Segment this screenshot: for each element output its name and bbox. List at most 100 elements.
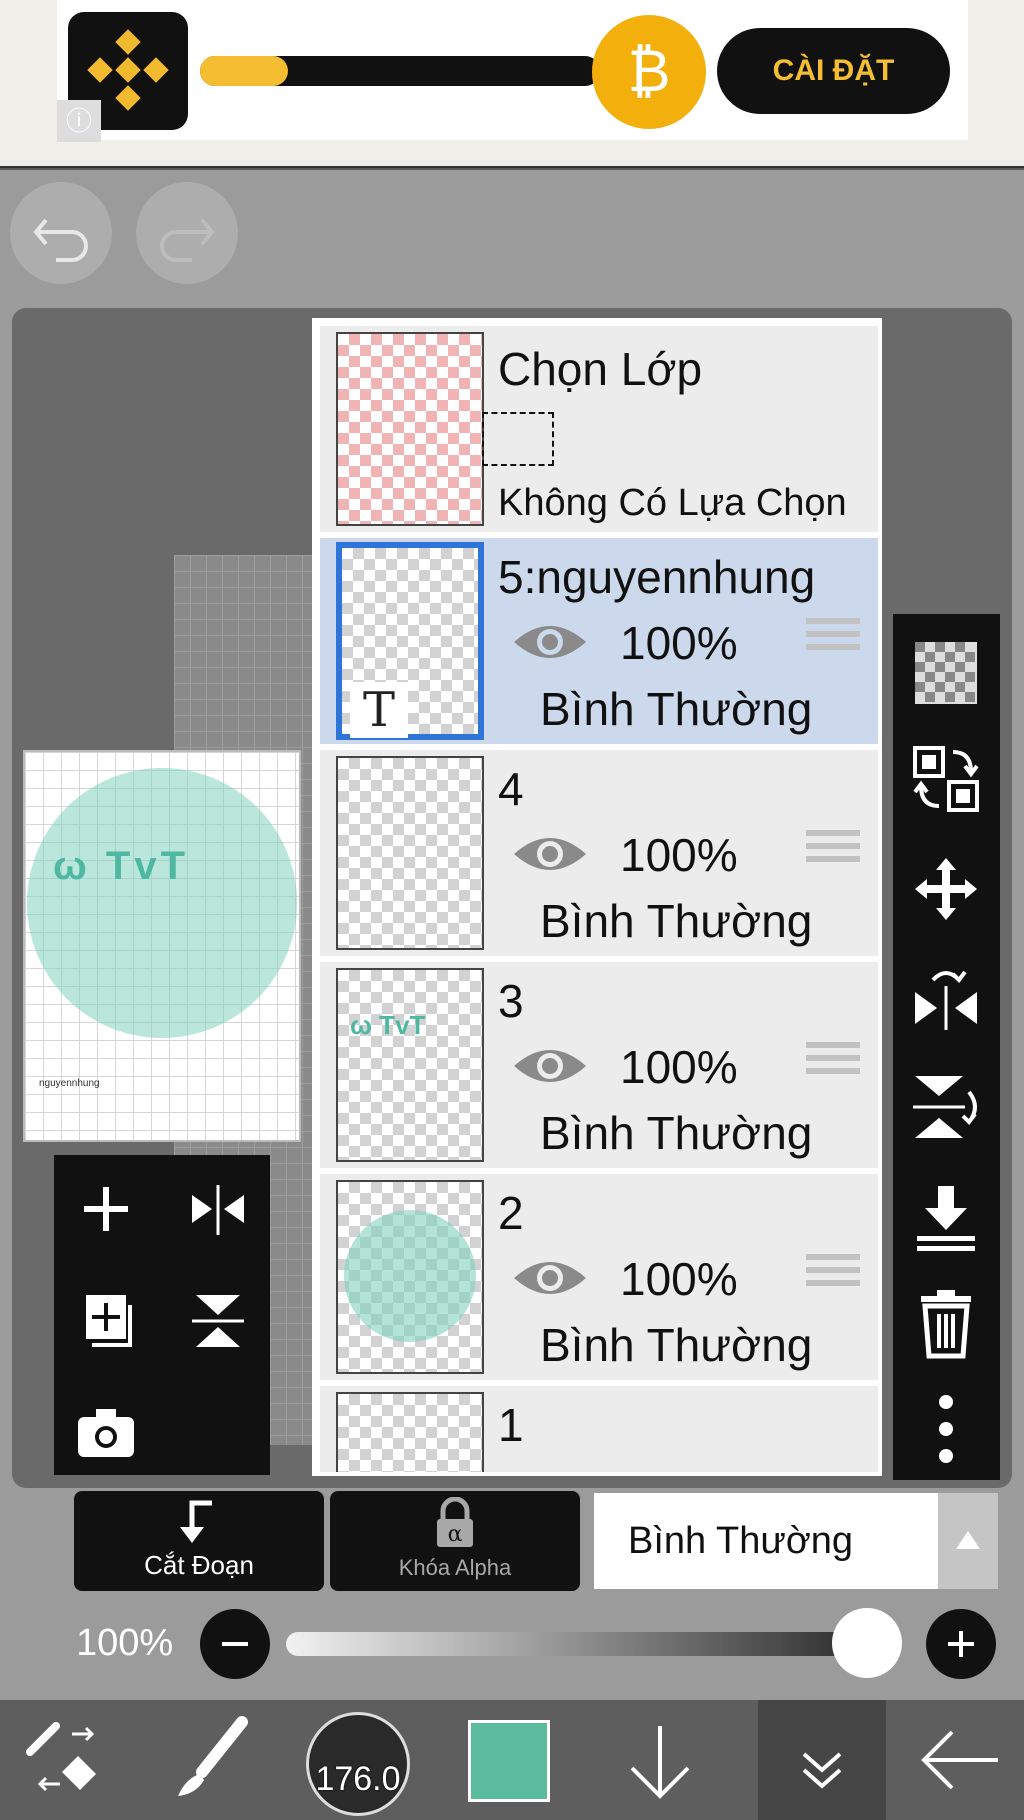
flip-horizontal-icon — [915, 970, 977, 1030]
alpha-lock-label: Khóa Alpha — [398, 1555, 512, 1580]
duplicate-icon — [86, 1295, 132, 1347]
layer-row[interactable]: 2 100% Bình Thường — [320, 1174, 878, 1380]
plus-icon — [84, 1187, 128, 1231]
ad-progress-fill — [200, 56, 288, 86]
duplicate-layer-button[interactable] — [70, 1285, 142, 1357]
swap-layer-button[interactable] — [909, 742, 983, 816]
opacity-slider[interactable] — [286, 1632, 896, 1656]
merge-down-icon — [917, 1186, 975, 1251]
back-button[interactable] — [896, 1700, 1024, 1820]
preview-circle-art — [27, 768, 297, 1038]
flip-horizontal-button[interactable] — [909, 962, 983, 1036]
alpha-lock-button[interactable]: α Khóa Alpha — [330, 1491, 580, 1591]
brush-button[interactable] — [146, 1700, 274, 1820]
flip-horizontal-icon — [192, 1185, 244, 1235]
layer-blend-mode: Bình Thường — [540, 1319, 813, 1371]
layer-thumbnail — [336, 1180, 484, 1374]
arrow-down-icon — [630, 1726, 690, 1799]
app-root: ⓘ ₿ CÀI ĐẶT ω TvT nguyennhung Chọn Lớp K… — [0, 0, 1024, 1820]
redo-button[interactable] — [136, 182, 238, 284]
info-icon[interactable]: ⓘ — [57, 100, 101, 142]
selection-marquee-icon — [482, 412, 554, 466]
layer-name: 3 — [498, 975, 524, 1027]
brush-size-button[interactable]: 176.0 — [306, 1712, 410, 1816]
layer-opacity[interactable]: 100% — [620, 1252, 738, 1306]
layer-name: 2 — [498, 1187, 524, 1239]
swap-layer-icon — [913, 746, 979, 812]
visibility-eye-icon[interactable] — [512, 830, 588, 878]
layers-panel: Chọn Lớp Không Có Lựa Chọn T 5:nguyennhu… — [312, 318, 882, 1476]
layers-collapse-button[interactable] — [758, 1700, 886, 1820]
layer-row[interactable]: 4 100% Bình Thường — [320, 750, 878, 956]
arrow-left-icon — [921, 1730, 998, 1790]
navigator-preview[interactable]: ω TvT nguyennhung — [23, 750, 301, 1142]
layer-thumbnail: ω TvT — [336, 968, 484, 1162]
trash-icon — [921, 1290, 971, 1359]
preview-signature: nguyennhung — [39, 1078, 100, 1089]
layer-thumbnail: T — [336, 542, 484, 740]
layer-opacity[interactable]: 100% — [620, 828, 738, 882]
move-button[interactable] — [909, 852, 983, 926]
selection-layer-row[interactable]: Chọn Lớp Không Có Lựa Chọn — [320, 326, 878, 532]
svg-text:₿: ₿ — [628, 37, 671, 105]
visibility-eye-icon[interactable] — [512, 618, 588, 666]
opacity-slider-knob[interactable] — [832, 1608, 902, 1678]
layer-blend-mode: Bình Thường — [540, 895, 813, 947]
layer-thumbnail — [336, 756, 484, 950]
visibility-eye-icon[interactable] — [512, 1042, 588, 1090]
layer-thumb-circle-art — [344, 1210, 476, 1342]
move-down-button[interactable] — [596, 1700, 724, 1820]
visibility-eye-icon[interactable] — [512, 1254, 588, 1302]
add-layer-button[interactable] — [70, 1173, 142, 1245]
layer-row[interactable]: T 5:nguyennhung 100% Bình Thường — [320, 538, 878, 744]
layer-opacity[interactable]: 100% — [620, 1040, 738, 1094]
layer-tool-strip — [893, 614, 1000, 1480]
merge-down-button[interactable] — [909, 1182, 983, 1256]
layer-blend-mode: Bình Thường — [540, 683, 813, 735]
drag-handle-icon[interactable] — [806, 830, 860, 870]
layer-name: 5:nguyennhung — [498, 551, 816, 603]
undo-icon — [33, 218, 88, 262]
flip-vertical-button[interactable] — [909, 1070, 983, 1144]
delete-layer-button[interactable] — [909, 1286, 983, 1360]
transparent-fill-button[interactable] — [909, 636, 983, 710]
clip-label: Cắt Đoạn — [144, 1550, 254, 1580]
blend-mode-dropdown-button[interactable] — [938, 1493, 998, 1589]
more-options-button[interactable] — [909, 1392, 983, 1466]
more-icon — [939, 1395, 953, 1463]
clip-arrow-icon — [180, 1500, 212, 1543]
ad-progress-bar — [200, 56, 600, 86]
layer-row[interactable]: ω TvT 3 100% Bình Thường — [320, 962, 878, 1168]
plus-icon — [948, 1631, 974, 1657]
tool-switch-button[interactable] — [0, 1700, 128, 1820]
drag-handle-icon[interactable] — [806, 1042, 860, 1082]
color-swatch[interactable] — [468, 1720, 550, 1802]
bitcoin-icon: ₿ — [592, 15, 706, 129]
blend-mode-select[interactable]: Bình Thường — [594, 1493, 938, 1589]
move-icon — [915, 858, 977, 920]
undo-button[interactable] — [10, 182, 112, 284]
flip-vertical-button[interactable] — [182, 1285, 254, 1357]
layer-name: 1 — [498, 1399, 524, 1451]
flip-vertical-icon — [192, 1295, 244, 1347]
opacity-increase-button[interactable] — [926, 1609, 996, 1679]
checker-icon — [915, 642, 977, 704]
drag-handle-icon[interactable] — [806, 618, 860, 658]
brush-size-value: 176.0 — [315, 1760, 401, 1798]
redo-icon — [160, 218, 215, 262]
opacity-value-label: 100% — [76, 1622, 174, 1664]
layer-opacity[interactable]: 100% — [620, 616, 738, 670]
selection-layer-title: Chọn Lớp — [498, 343, 703, 395]
opacity-decrease-button[interactable] — [200, 1609, 270, 1679]
clip-button[interactable]: Cắt Đoạn — [74, 1491, 324, 1591]
camera-icon — [78, 1409, 134, 1457]
minus-icon — [222, 1642, 248, 1646]
layer-blend-mode: Bình Thường — [540, 1107, 813, 1159]
flip-vertical-icon — [913, 1076, 977, 1138]
drag-handle-icon[interactable] — [806, 1254, 860, 1294]
flip-horizontal-button[interactable] — [182, 1173, 254, 1245]
double-chevron-down-icon — [802, 1752, 842, 1789]
camera-layer-button[interactable] — [70, 1397, 142, 1469]
install-button[interactable]: CÀI ĐẶT — [717, 28, 950, 114]
layer-row[interactable]: 1 — [320, 1386, 878, 1472]
